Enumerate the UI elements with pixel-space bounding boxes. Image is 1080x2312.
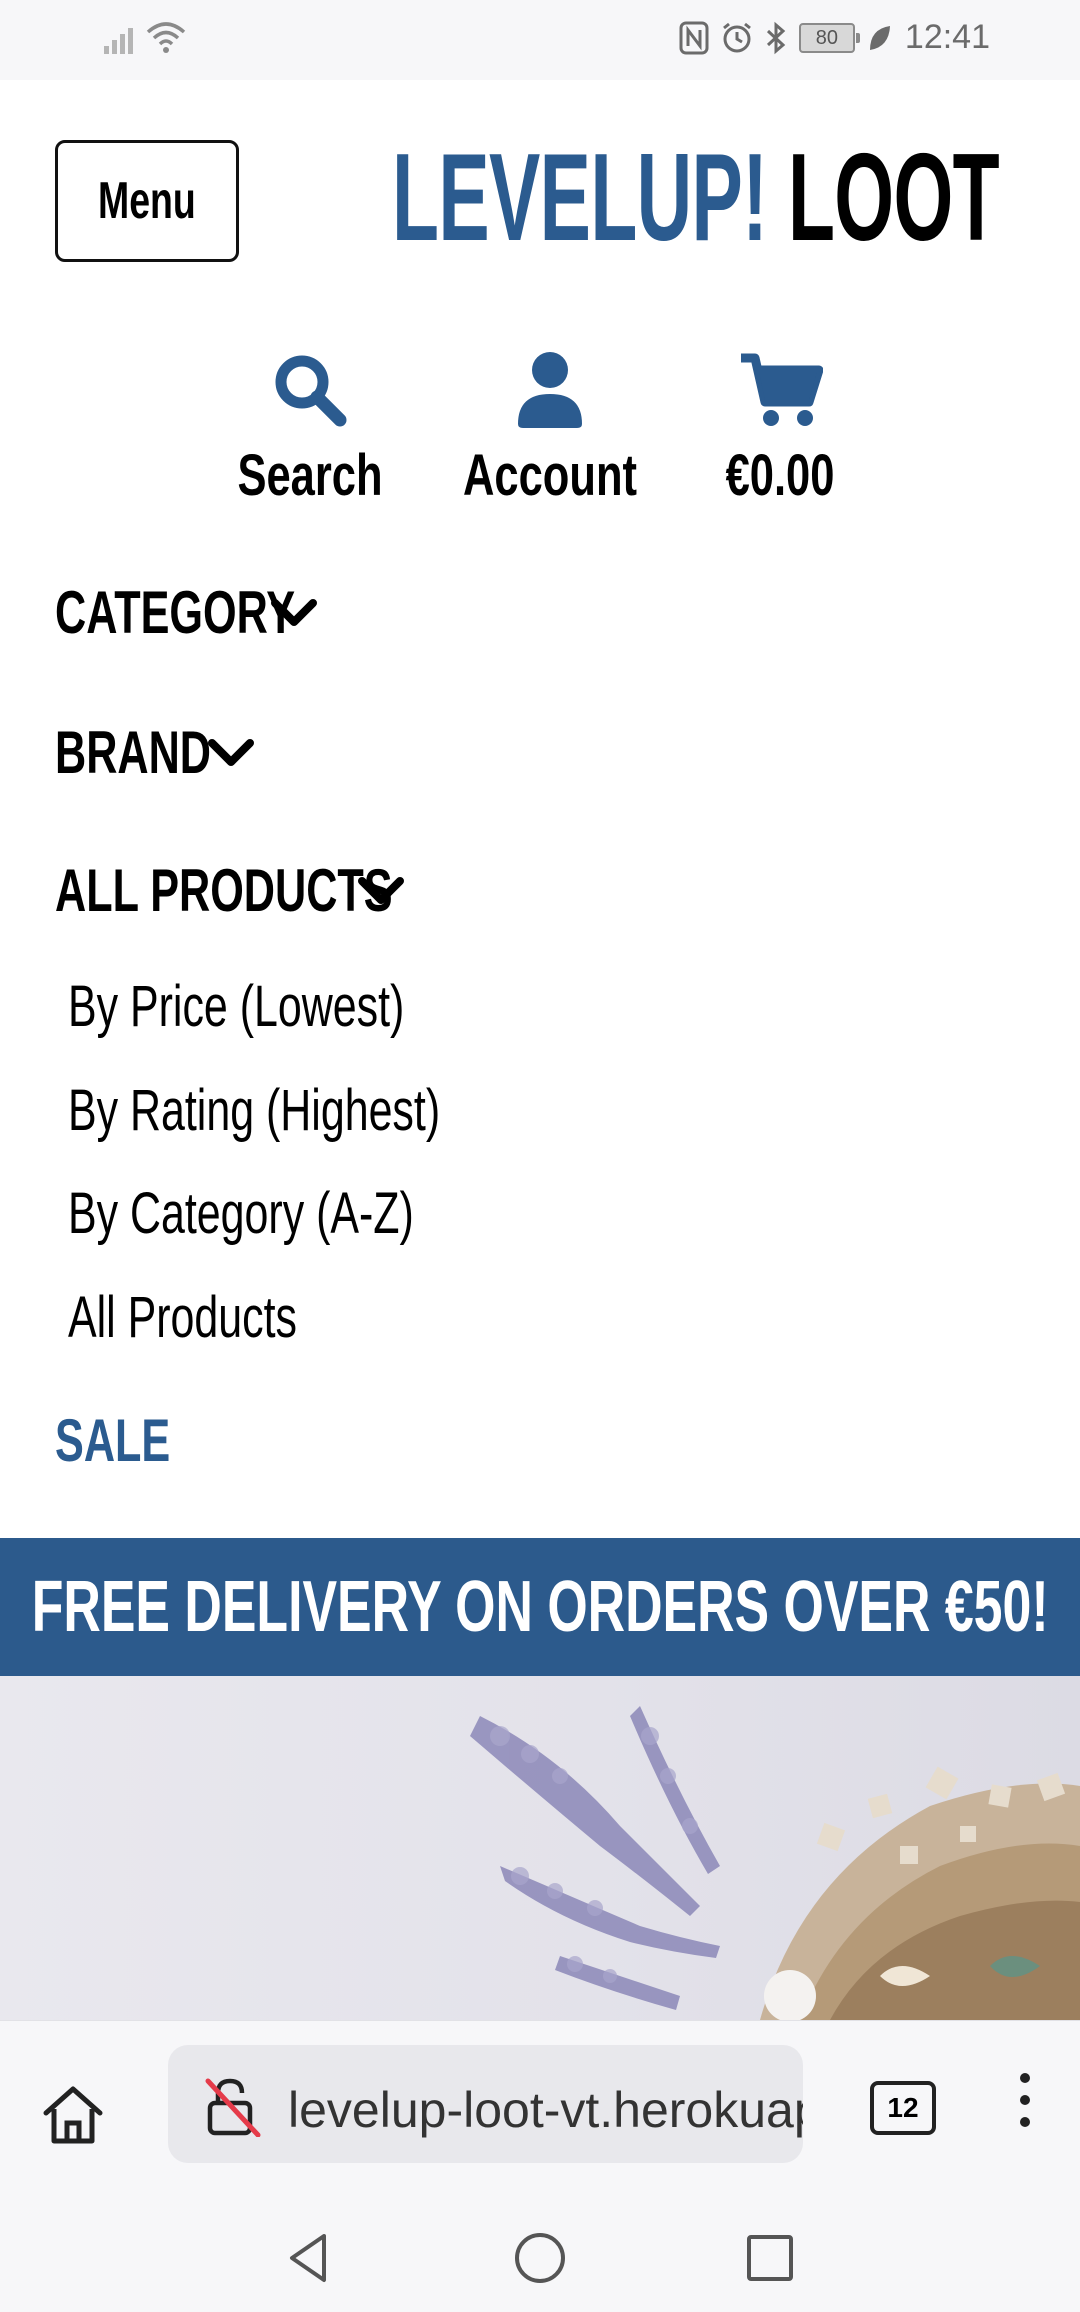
logo-levelup: LEVELUP!: [392, 129, 768, 267]
cart-icon: [741, 353, 823, 426]
url-bar[interactable]: levelup-loot-vt.herokuapp.com: [168, 2045, 803, 2163]
url-text: levelup-loot-vt.herokuapp.com: [288, 2082, 803, 2138]
all-products-dropdown[interactable]: ALL PRODUCTS: [55, 850, 524, 930]
wifi-icon: [146, 22, 186, 53]
sort-by-category-label: By Category (A-Z): [68, 1180, 414, 1246]
more-vertical-icon[interactable]: [1010, 2073, 1040, 2143]
site-logo[interactable]: LEVELUP! LOOT: [392, 128, 1080, 268]
search-link[interactable]: Search: [235, 350, 385, 510]
signal-icon: [104, 28, 133, 54]
brand-dropdown[interactable]: BRAND: [55, 712, 272, 792]
sort-by-category-link[interactable]: By Category (A-Z): [68, 1173, 535, 1253]
home-icon[interactable]: [38, 2081, 108, 2151]
sale-label: SALE: [55, 1406, 171, 1474]
brand-label: BRAND: [55, 718, 211, 786]
all-products-link[interactable]: All Products: [68, 1277, 377, 1357]
clock: 12:41: [904, 18, 990, 56]
recents-square-icon[interactable]: [742, 2230, 798, 2286]
hero-image: [0, 1676, 1080, 2020]
battery-icon: 80: [798, 22, 860, 53]
hero-crown-artwork: [470, 1706, 1080, 2020]
user-icon: [518, 352, 582, 428]
browser-toolbar: levelup-loot-vt.herokuapp.com 12: [0, 2020, 1080, 2201]
status-left: [104, 20, 186, 54]
insecure-lock-icon: [205, 2078, 261, 2137]
cart-total: €0.00: [725, 443, 835, 508]
all-products-item-label: All Products: [68, 1284, 298, 1350]
category-dropdown[interactable]: CATEGORY: [55, 572, 388, 652]
sort-by-rating-link[interactable]: By Rating (Highest): [68, 1070, 571, 1150]
tabs-icon[interactable]: 12: [870, 2081, 936, 2135]
sort-by-rating-label: By Rating (Highest): [68, 1077, 441, 1143]
category-label: CATEGORY: [55, 578, 296, 646]
status-bar: 80 12:41: [0, 0, 1080, 80]
sale-link[interactable]: SALE: [55, 1400, 215, 1480]
menu-button-label: Menu: [98, 172, 196, 230]
nfc-icon: [679, 21, 709, 54]
alarm-icon: [722, 22, 751, 52]
system-navigation-bar: [0, 2200, 1080, 2312]
home-circle-icon[interactable]: [512, 2230, 568, 2286]
sort-by-price-label: By Price (Lowest): [68, 973, 405, 1039]
chevron-down-icon: [271, 599, 317, 626]
leaf-icon: [869, 25, 890, 50]
logo-loot: LOOT: [787, 129, 1000, 267]
search-label: Search: [237, 443, 383, 508]
cart-link[interactable]: €0.00: [705, 350, 855, 510]
menu-button[interactable]: Menu: [55, 140, 239, 262]
account-label: Account: [463, 443, 637, 508]
delivery-banner-text: FREE DELIVERY ON ORDERS OVER €50!: [31, 1567, 1049, 1647]
chevron-down-icon: [358, 877, 404, 904]
back-triangle-icon[interactable]: [282, 2230, 338, 2286]
chevron-down-icon: [208, 739, 254, 766]
account-link[interactable]: Account: [460, 350, 640, 510]
all-products-label: ALL PRODUCTS: [55, 856, 393, 924]
bluetooth-icon: [766, 21, 786, 54]
sort-by-price-link[interactable]: By Price (Lowest): [68, 966, 522, 1046]
status-right: 80 12:41: [679, 18, 990, 57]
delivery-banner: FREE DELIVERY ON ORDERS OVER €50!: [0, 1538, 1080, 1676]
search-icon: [275, 355, 347, 427]
